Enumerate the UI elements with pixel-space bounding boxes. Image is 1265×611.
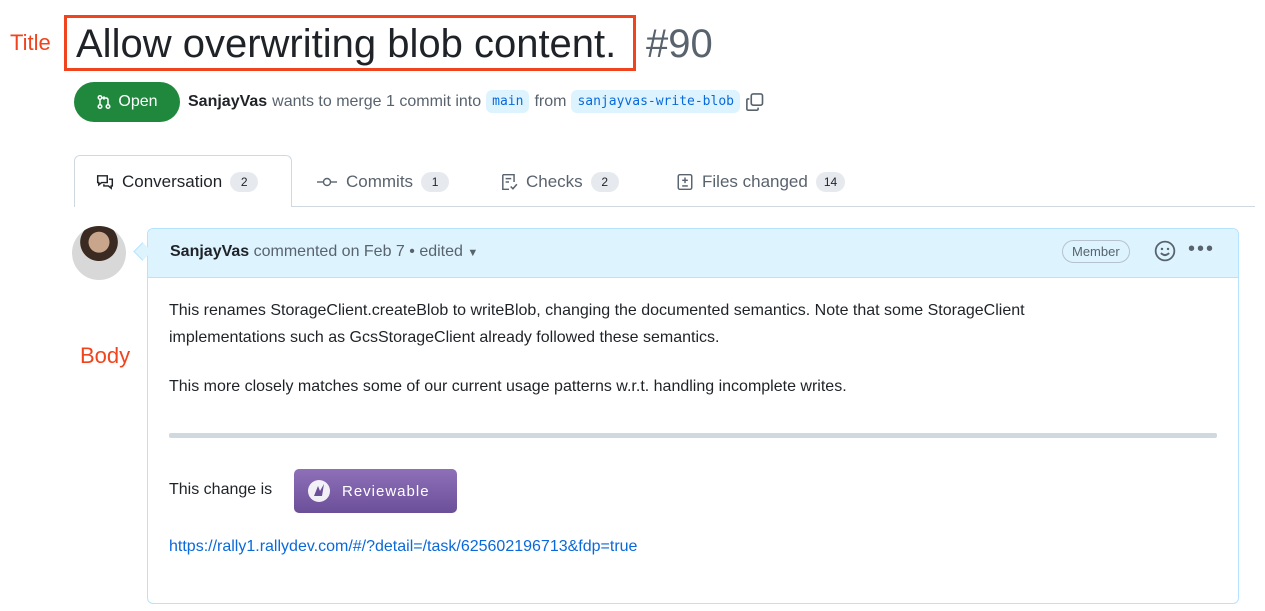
chevron-down-icon[interactable]: ▼ xyxy=(467,247,478,259)
copy-icon[interactable] xyxy=(745,92,765,112)
head-branch[interactable]: sanjayvas-write-blob xyxy=(571,90,740,113)
tab-commits[interactable]: Commits 1 xyxy=(316,170,450,194)
base-branch[interactable]: main xyxy=(486,90,530,113)
pr-status-label: Open xyxy=(118,93,158,110)
tab-commits-count: 1 xyxy=(421,172,450,192)
checklist-icon xyxy=(502,173,518,191)
title-annotation-label: Title xyxy=(10,30,51,55)
reviewable-label: Reviewable xyxy=(342,482,430,500)
tab-checks-label: Checks xyxy=(526,172,583,191)
change-text: This change is xyxy=(169,481,273,498)
body-annotation-label: Body xyxy=(80,343,131,368)
reviewable-logo-icon xyxy=(308,480,330,502)
merge-text: wants to merge 1 commit into xyxy=(272,92,482,110)
smiley-icon[interactable] xyxy=(1154,240,1176,262)
comment-body-line-1: This renames StorageClient.createBlob to… xyxy=(169,302,1025,319)
horizontal-rule xyxy=(169,433,1217,438)
comment-author-link[interactable]: SanjayVas xyxy=(170,243,249,260)
pr-meta: SanjayVas wants to merge 1 commit into m… xyxy=(188,90,765,113)
pr-author-link[interactable]: SanjayVas xyxy=(188,93,267,111)
tab-conversation-label: Conversation xyxy=(122,172,223,191)
tab-commits-label: Commits xyxy=(346,172,414,191)
reviewable-button[interactable]: Reviewable xyxy=(294,469,457,513)
file-diff-icon xyxy=(677,173,693,191)
tab-files-changed-count: 14 xyxy=(815,172,846,192)
tab-files-changed[interactable]: Files changed 14 xyxy=(676,170,846,194)
comment-meta[interactable]: commented on Feb 7 • edited xyxy=(254,243,463,260)
pr-number: #90 xyxy=(646,22,713,66)
comment-body-line-3: This more closely matches some of our cu… xyxy=(169,378,847,395)
git-commit-icon xyxy=(317,177,337,187)
pr-title: Allow overwriting blob content. xyxy=(76,22,617,66)
pr-status-badge: Open xyxy=(74,82,180,122)
author-avatar[interactable] xyxy=(72,226,126,280)
tab-conversation[interactable]: Conversation 2 xyxy=(96,170,259,194)
comment-body-line-2: implementations such as GcsStorageClient… xyxy=(169,329,720,346)
tab-files-changed-label: Files changed xyxy=(702,172,808,191)
git-pull-request-icon xyxy=(97,94,111,110)
tab-checks-count: 2 xyxy=(590,172,619,192)
comment-header-text: SanjayVas commented on Feb 7 • edited ▼ xyxy=(170,243,478,261)
comment-discussion-icon xyxy=(96,175,114,190)
rally-task-link[interactable]: https://rally1.rallydev.com/#/?detail=/t… xyxy=(169,538,637,556)
member-badge: Member xyxy=(1062,240,1130,263)
from-text: from xyxy=(534,92,567,110)
kebab-horizontal-icon[interactable]: ••• xyxy=(1188,238,1215,261)
tab-checks[interactable]: Checks 2 xyxy=(500,170,619,194)
tab-conversation-count: 2 xyxy=(230,172,259,192)
